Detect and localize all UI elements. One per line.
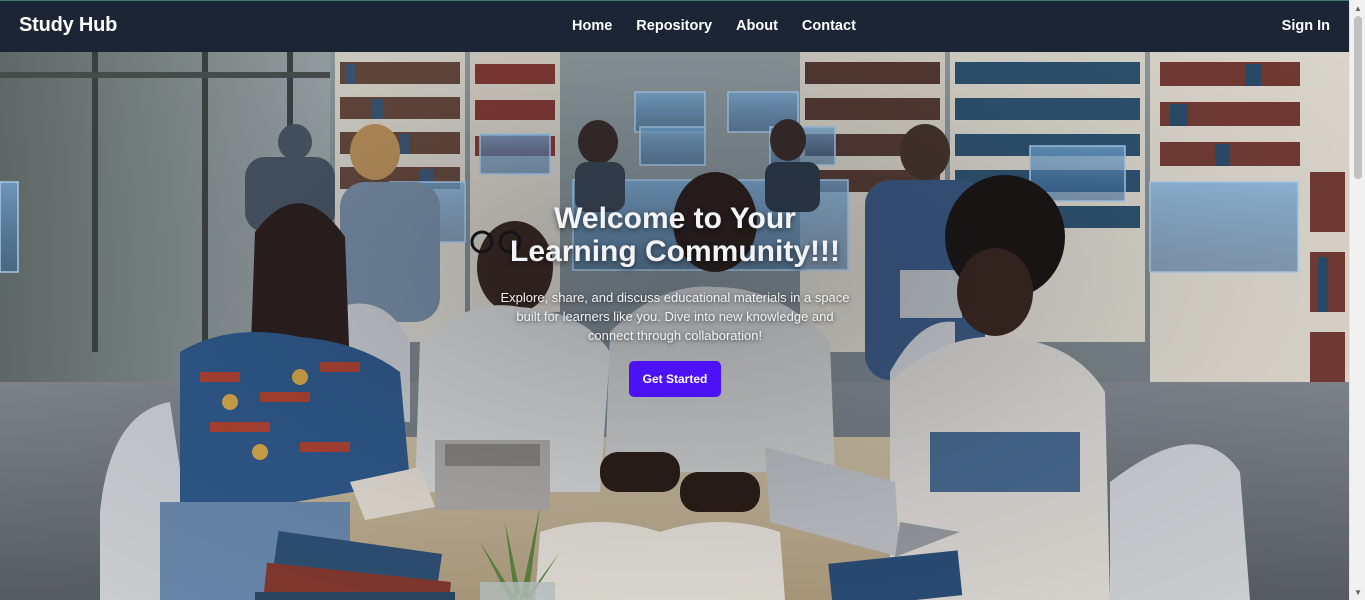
- hero-section: Welcome to Your Learning Community!!! Ex…: [0, 52, 1349, 600]
- get-started-button[interactable]: Get Started: [628, 361, 722, 397]
- navbar: Study Hub Home Repository About Contact …: [0, 0, 1349, 52]
- arrow-up-icon[interactable]: ▲: [1350, 0, 1365, 16]
- hero-subtitle: Explore, share, and discuss educational …: [500, 290, 850, 343]
- brand-logo[interactable]: Study Hub: [19, 14, 117, 37]
- hero-title-line2: Learning Community!!!: [510, 235, 840, 268]
- scrollbar-thumb[interactable]: [1354, 16, 1362, 179]
- hero-title-line1: Welcome to Your: [554, 202, 796, 235]
- hero-content: Welcome to Your Learning Community!!! Ex…: [490, 202, 860, 397]
- arrow-down-icon[interactable]: ▼: [1350, 584, 1365, 600]
- nav-link-about[interactable]: About: [724, 18, 790, 36]
- page: Study Hub Home Repository About Contact …: [0, 0, 1365, 600]
- nav-link-repository[interactable]: Repository: [624, 18, 724, 36]
- hero-title: Welcome to Your Learning Community!!!: [490, 202, 860, 268]
- nav-link-home[interactable]: Home: [560, 18, 624, 36]
- sign-in-link[interactable]: Sign In: [1282, 18, 1330, 34]
- nav-link-contact[interactable]: Contact: [790, 18, 868, 36]
- nav-links: Home Repository About Contact: [560, 1, 868, 53]
- page-scrollbar[interactable]: ▲ ▼: [1349, 0, 1365, 600]
